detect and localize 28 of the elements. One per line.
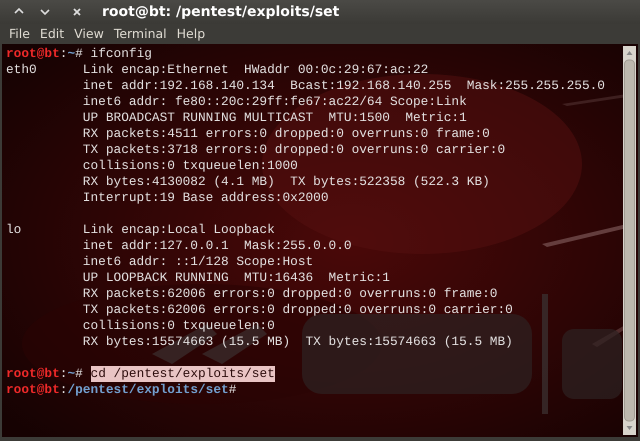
output-line: collisions:0 txqueuelen:1000 (82, 158, 298, 174)
command-text: ifconfig (90, 46, 152, 62)
command-text: cd /pentest/exploits/set (90, 366, 275, 382)
menu-item[interactable]: Edit (34, 24, 70, 44)
output-line: RX bytes:4130082 (4.1 MB) TX bytes:522358 (522.3 KB) (82, 174, 490, 190)
output-line: collisions:0 txqueuelen:0 (82, 318, 275, 334)
prompt: root@bt:~# (6, 46, 83, 62)
output-line: UP BROADCAST RUNNING MULTICAST MTU:1500 Metric:1 (82, 110, 467, 126)
output-line: RX bytes:15574663 (15.5 MB) TX bytes:15574663 (15.5 MB) (82, 334, 513, 350)
output-line: inet addr:192.168.140.134 Bcast:192.168.140.255 Mask:255.255.255.0 (82, 78, 605, 94)
output-line: RX packets:62006 errors:0 dropped:0 overruns:0 frame:0 (82, 286, 498, 302)
menu-item[interactable]: Help (172, 24, 210, 44)
output-line: inet6 addr: ::1/128 Scope:Host (82, 254, 314, 270)
prompt: root@bt:~# (6, 366, 83, 382)
output-line: inet addr:127.0.0.1 Mask:255.0.0.0 (82, 238, 352, 254)
window-title: root@bt: /pentest/exploits/set (102, 2, 340, 22)
output-line: Interrupt:19 Base address:0x2000 (82, 190, 329, 206)
menu-item[interactable]: File (4, 24, 35, 44)
menu-item[interactable]: Terminal (108, 24, 172, 44)
output-line: UP LOOPBACK RUNNING MTU:16436 Metric:1 (82, 270, 390, 286)
output-line: lo Link encap:Local Loopback (6, 222, 275, 238)
output-line: eth0 Link encap:Ethernet HWaddr 00:0c:29:67:ac:22 (6, 62, 428, 78)
output-line: TX packets:3718 errors:0 dropped:0 overruns:0 carrier:0 (82, 142, 506, 158)
output-line: inet6 addr: fe80::20c:29ff:fe67:ac22/64 Scope:Link (82, 94, 467, 110)
output-line: TX packets:62006 errors:0 dropped:0 overruns:0 carrier:0 (82, 302, 513, 318)
menu-item[interactable]: View (69, 24, 109, 44)
prompt: root@bt:/pentest/exploits/set# (6, 382, 236, 398)
output-line: RX packets:4511 errors:0 dropped:0 overruns:0 frame:0 (82, 126, 490, 142)
